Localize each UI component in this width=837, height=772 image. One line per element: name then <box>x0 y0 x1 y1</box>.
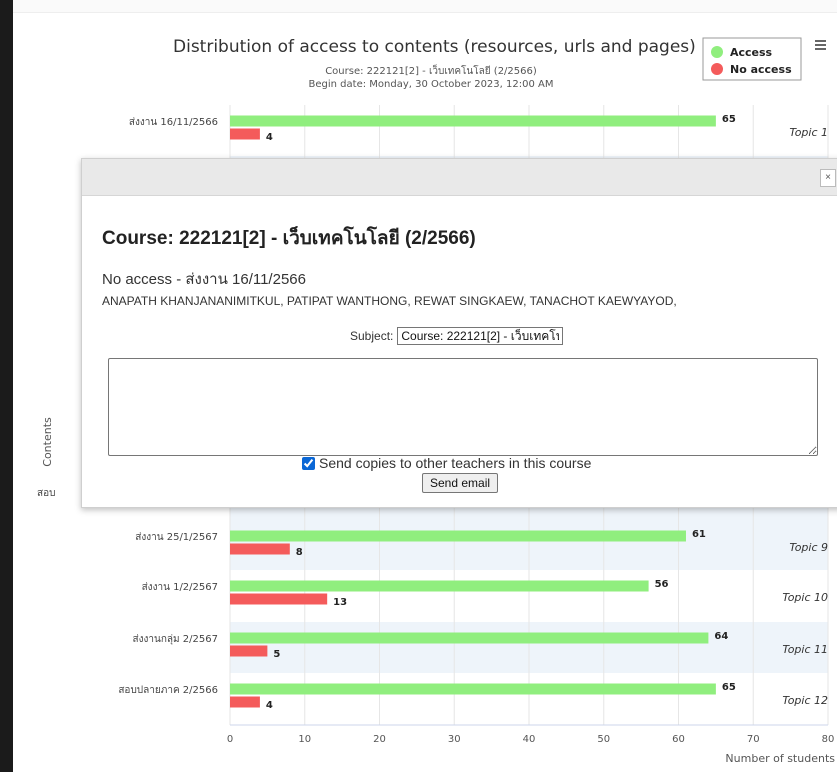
send-email-button[interactable]: Send email <box>422 473 499 493</box>
data-label-no-access: 4 <box>266 700 273 711</box>
chart-subtitle-course: Course: 222121[2] - เว็บเทคโนโลยี (2/256… <box>325 63 537 77</box>
legend-access-label[interactable]: Access <box>730 46 773 59</box>
y-axis-title: Contents <box>41 417 54 467</box>
data-label-no-access: 5 <box>273 649 280 660</box>
bar-access[interactable] <box>230 632 709 644</box>
bar-no-access[interactable] <box>230 645 268 657</box>
bar-access[interactable] <box>230 683 716 695</box>
x-tick-label: 60 <box>672 734 685 745</box>
x-tick-label: 70 <box>747 734 760 745</box>
category-label: ส่งงาน 16/11/2566 <box>129 117 218 128</box>
subject-label: Subject: <box>350 329 394 343</box>
bar-access[interactable] <box>230 530 686 542</box>
chart-subtitle-date: Begin date: Monday, 30 October 2023, 12:… <box>309 79 554 90</box>
data-label-access: 65 <box>722 114 736 125</box>
bar-no-access[interactable] <box>230 543 290 555</box>
x-tick-label: 50 <box>597 734 610 745</box>
legend-noaccess-label[interactable]: No access <box>730 63 792 76</box>
data-label-access: 64 <box>714 631 728 642</box>
dialog-student-list: ANAPATH KHANJANANIMITKUL, PATIPAT WANTHO… <box>102 294 677 308</box>
data-label-no-access: 13 <box>333 597 347 608</box>
topic-label: Topic 1 <box>789 126 828 139</box>
category-label: ส่งงาน 1/2/2567 <box>142 582 218 593</box>
legend-noaccess-marker[interactable] <box>711 63 723 75</box>
data-label-access: 61 <box>692 529 706 540</box>
message-textarea[interactable] <box>108 358 818 456</box>
data-label-access: 65 <box>722 682 736 693</box>
send-copies-checkbox[interactable] <box>302 456 315 470</box>
topic-label: Topic 10 <box>782 591 828 604</box>
x-tick-label: 80 <box>822 734 835 745</box>
topic-label: Topic 12 <box>782 694 828 707</box>
data-label-no-access: 4 <box>266 132 273 143</box>
close-icon[interactable]: × <box>820 169 836 187</box>
send-copies-option[interactable]: Send copies to other teachers in this co… <box>302 455 591 471</box>
x-tick-label: 40 <box>523 734 536 745</box>
category-label: ส่งงาน 25/1/2567 <box>135 532 218 543</box>
subject-row: Subject: <box>350 327 564 345</box>
data-label-no-access: 8 <box>296 547 303 558</box>
x-tick-label: 30 <box>448 734 461 745</box>
x-tick-label: 20 <box>373 734 386 745</box>
subject-input[interactable] <box>397 327 564 345</box>
x-tick-label: 10 <box>298 734 311 745</box>
category-label: ส่งงานกลุ่ม 2/2567 <box>133 634 218 645</box>
bar-access[interactable] <box>230 580 649 592</box>
chart-title: Distribution of access to contents (reso… <box>173 37 696 57</box>
window-left-edge <box>0 0 13 772</box>
category-label: สอบปลายภาค 2/2566 <box>118 685 218 696</box>
hidden-category-label: สอบ <box>37 488 55 499</box>
email-dialog: × Course: 222121[2] - เว็บเทคโนโลยี (2/2… <box>81 158 837 508</box>
bar-access[interactable] <box>230 115 716 127</box>
bar-no-access[interactable] <box>230 128 260 140</box>
x-axis-title: Number of students <box>725 752 835 765</box>
topic-label: Topic 11 <box>782 643 828 656</box>
bar-no-access[interactable] <box>230 696 260 708</box>
dialog-course-heading: Course: 222121[2] - เว็บเทคโนโลยี (2/256… <box>102 228 476 249</box>
x-tick-label: 0 <box>227 734 233 745</box>
data-label-access: 56 <box>655 579 669 590</box>
hamburger-menu-icon[interactable] <box>815 40 826 50</box>
legend[interactable]: Access No access <box>702 37 802 81</box>
send-copies-label: Send copies to other teachers in this co… <box>319 455 592 471</box>
topic-label: Topic 9 <box>789 541 828 554</box>
dialog-no-access-heading: No access - ส่งงาน 16/11/2566 <box>102 271 306 288</box>
bar-no-access[interactable] <box>230 593 328 605</box>
legend-access-marker[interactable] <box>711 46 723 58</box>
dialog-titlebar[interactable]: × <box>82 159 837 196</box>
